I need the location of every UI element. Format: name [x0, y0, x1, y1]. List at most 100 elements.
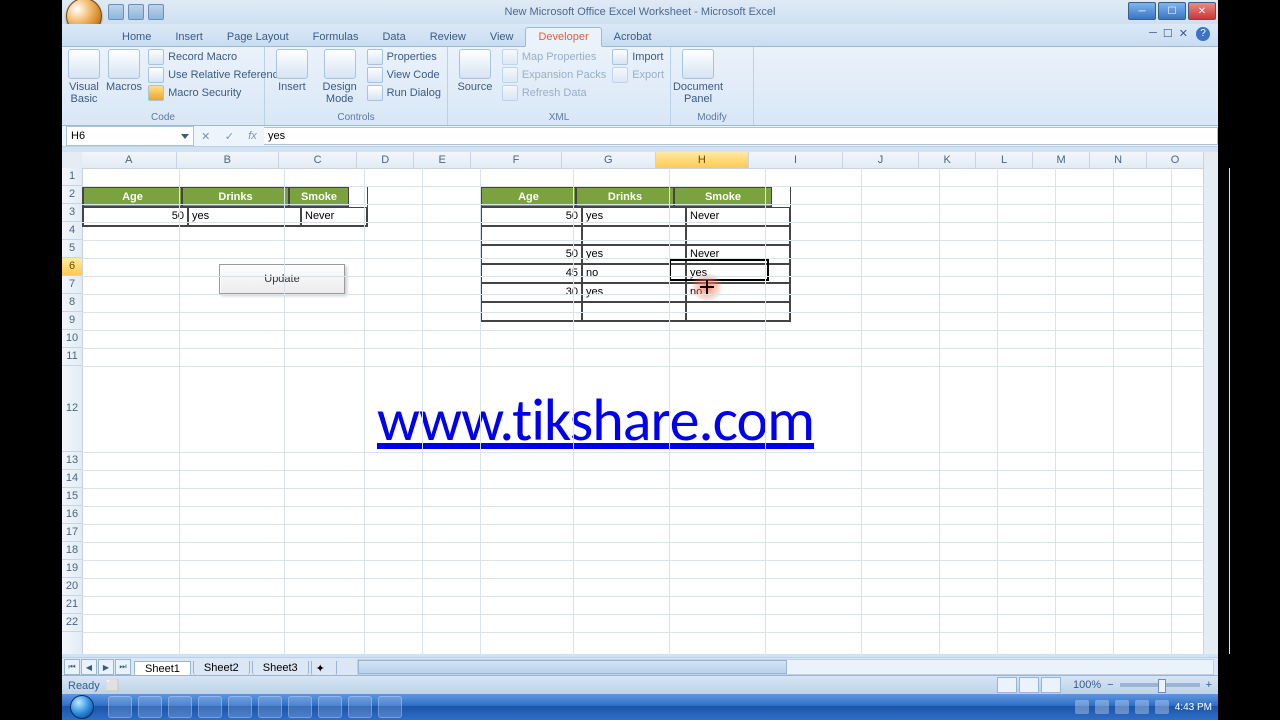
row-header[interactable]: 16 [62, 506, 82, 524]
table1-cell-age[interactable]: 50 [83, 207, 188, 226]
column-header[interactable]: C [279, 152, 357, 168]
workbook-close-icon[interactable]: ✕ [1179, 27, 1188, 40]
column-header[interactable]: J [843, 152, 919, 168]
row-header[interactable]: 13 [62, 452, 82, 470]
sheet-nav-last-icon[interactable]: ⏭ [115, 659, 131, 675]
tab-view[interactable]: View [478, 28, 526, 46]
column-header[interactable]: F [471, 152, 562, 168]
zoom-in-button[interactable]: + [1206, 679, 1212, 691]
row-header[interactable]: 19 [62, 560, 82, 578]
enter-formula-icon[interactable]: ✓ [225, 130, 234, 143]
taskbar-item[interactable] [378, 696, 402, 718]
row-header[interactable]: 20 [62, 578, 82, 596]
visual-basic-button[interactable]: Visual Basic [68, 49, 100, 105]
table-cell[interactable]: 50 [481, 245, 582, 264]
maximize-button[interactable]: ☐ [1158, 2, 1186, 20]
row-header[interactable]: 6 [62, 258, 82, 276]
zoom-level[interactable]: 100% [1073, 679, 1101, 691]
row-header[interactable]: 2 [62, 186, 82, 204]
vertical-scrollbar[interactable] [1203, 152, 1218, 654]
tray-icon[interactable] [1095, 700, 1109, 714]
taskbar-item[interactable] [168, 696, 192, 718]
tab-formulas[interactable]: Formulas [301, 28, 371, 46]
column-header[interactable]: B [177, 152, 279, 168]
column-header[interactable]: N [1090, 152, 1147, 168]
design-mode-button[interactable]: Design Mode [319, 49, 361, 105]
table-cell[interactable] [686, 226, 790, 245]
select-all-button[interactable] [62, 152, 83, 169]
view-code-button[interactable]: View Code [367, 67, 441, 83]
tab-acrobat[interactable]: Acrobat [602, 28, 664, 46]
sheet-tab-2[interactable]: Sheet2 [193, 661, 250, 675]
workbook-minimize-icon[interactable]: ─ [1149, 27, 1157, 40]
column-header[interactable]: K [919, 152, 976, 168]
tray-icon[interactable] [1075, 700, 1089, 714]
tray-network-icon[interactable] [1135, 700, 1149, 714]
row-header[interactable]: 9 [62, 312, 82, 330]
new-sheet-button[interactable]: ✦ [311, 661, 337, 676]
tab-review[interactable]: Review [418, 28, 478, 46]
row-header[interactable]: 10 [62, 330, 82, 348]
row-header[interactable]: 17 [62, 524, 82, 542]
help-icon[interactable]: ? [1196, 27, 1210, 41]
undo-icon[interactable] [128, 4, 144, 20]
taskbar-item[interactable] [318, 696, 342, 718]
column-header[interactable]: I [749, 152, 843, 168]
clock[interactable]: 4:43 PM [1175, 702, 1212, 713]
row-header[interactable]: 14 [62, 470, 82, 488]
row-header[interactable]: 11 [62, 348, 82, 366]
table-cell[interactable] [582, 226, 686, 245]
tray-volume-icon[interactable] [1115, 700, 1129, 714]
workbook-restore-icon[interactable]: ☐ [1163, 27, 1173, 40]
taskbar-item[interactable] [348, 696, 372, 718]
column-header[interactable]: G [562, 152, 656, 168]
table-cell[interactable]: yes [582, 207, 686, 226]
taskbar-item[interactable] [228, 696, 252, 718]
worksheet-grid[interactable]: ABCDEFGHIJKLMNO 123456789101112131415161… [62, 152, 1218, 654]
hyperlink-cell[interactable]: www.tikshare.com [377, 384, 814, 457]
taskbar-item[interactable] [108, 696, 132, 718]
fx-icon[interactable]: fx [248, 130, 257, 142]
cancel-formula-icon[interactable]: ✕ [201, 130, 210, 143]
horizontal-scrollbar[interactable] [357, 659, 1214, 675]
formula-input[interactable] [264, 127, 1218, 145]
table-cell[interactable]: Never [686, 207, 790, 226]
row-header[interactable]: 3 [62, 204, 82, 222]
row-header[interactable]: 21 [62, 596, 82, 614]
column-header[interactable]: M [1033, 152, 1090, 168]
column-header[interactable]: A [82, 152, 177, 168]
zoom-out-button[interactable]: − [1107, 679, 1113, 691]
page-break-view-button[interactable] [1041, 677, 1061, 693]
tab-data[interactable]: Data [370, 28, 417, 46]
macro-record-icon[interactable]: ⬜ [106, 680, 120, 692]
name-box-dropdown-icon[interactable] [181, 134, 189, 139]
import-button[interactable]: Import [612, 49, 664, 65]
properties-button[interactable]: Properties [367, 49, 441, 65]
tab-insert[interactable]: Insert [163, 28, 215, 46]
start-button[interactable] [62, 694, 102, 720]
save-icon[interactable] [108, 4, 124, 20]
tab-developer[interactable]: Developer [525, 27, 601, 47]
redo-icon[interactable] [148, 4, 164, 20]
table1-cell-smoke[interactable]: Never [301, 207, 367, 226]
normal-view-button[interactable] [997, 677, 1017, 693]
row-header[interactable]: 18 [62, 542, 82, 560]
minimize-button[interactable]: ─ [1128, 2, 1156, 20]
macros-button[interactable]: Macros [106, 49, 142, 93]
table-cell[interactable]: 30 [481, 283, 582, 302]
row-header[interactable]: 1 [62, 168, 82, 186]
sheet-nav-first-icon[interactable]: ⏮ [64, 659, 80, 675]
sheet-tab-3[interactable]: Sheet3 [252, 661, 309, 675]
column-header[interactable]: H [656, 152, 750, 168]
table-cell[interactable] [481, 226, 582, 245]
column-header[interactable]: O [1147, 152, 1204, 168]
taskbar-item[interactable] [288, 696, 312, 718]
xml-source-button[interactable]: Source [454, 49, 496, 93]
row-header[interactable]: 4 [62, 222, 82, 240]
table-cell[interactable]: 50 [481, 207, 582, 226]
name-box[interactable]: H6 [66, 126, 194, 146]
close-button[interactable]: ✕ [1188, 2, 1216, 20]
row-header[interactable]: 8 [62, 294, 82, 312]
row-header[interactable]: 7 [62, 276, 82, 294]
row-header[interactable]: 22 [62, 614, 82, 632]
